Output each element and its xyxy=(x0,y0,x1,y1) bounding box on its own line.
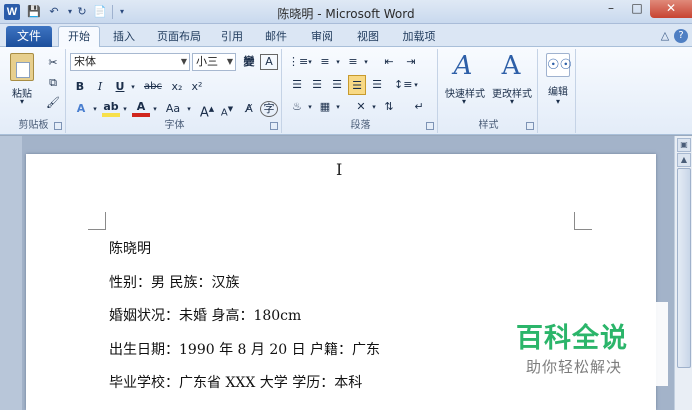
styles-launcher-icon[interactable] xyxy=(526,122,534,130)
font-color-icon[interactable]: A xyxy=(132,99,150,117)
bullets-dropdown-icon[interactable]: ▾ xyxy=(306,52,314,72)
ribbon-home: 粘贴 ▾ ✂ ⧉ 🖌 剪贴板 宋体 ▼ 小三 ▼ 變 A B I U ▾ abc… xyxy=(0,47,692,135)
editing-group: ☉☉ 编辑 ▾ xyxy=(540,49,576,133)
find-binoculars-icon[interactable]: ☉☉ xyxy=(546,53,572,77)
copy-icon[interactable]: ⧉ xyxy=(44,73,62,93)
chevron-down-icon[interactable]: ▼ xyxy=(181,54,187,70)
paragraph-group-label: 段落 xyxy=(350,120,371,131)
scroll-up-icon[interactable]: ▲ xyxy=(677,153,691,167)
quick-styles-icon[interactable]: A xyxy=(448,51,478,81)
superscript-button[interactable]: x² xyxy=(188,77,206,97)
align-center-icon[interactable]: ☰ xyxy=(308,75,326,95)
tab-insert[interactable]: 插入 xyxy=(104,28,144,47)
text-cursor-icon: I xyxy=(336,160,343,179)
font-name-combo[interactable]: 宋体 ▼ xyxy=(70,53,190,71)
tab-references[interactable]: 引用 xyxy=(214,28,250,47)
align-right-icon[interactable]: ☰ xyxy=(328,75,346,95)
phonetic-guide-icon[interactable]: 變 xyxy=(240,52,258,72)
font-group-label: 字体 xyxy=(164,120,185,131)
tab-view[interactable]: 视图 xyxy=(350,28,386,47)
tab-mailings[interactable]: 邮件 xyxy=(258,28,294,47)
styles-group: A 快速样式 ▾ A 更改样式 ▾ 样式 xyxy=(440,49,538,133)
tab-review[interactable]: 审阅 xyxy=(304,28,340,47)
doc-line-birth[interactable]: 出生日期：1990 年 8 月 20 日 户籍：广东 xyxy=(109,339,380,359)
underline-button[interactable]: U xyxy=(112,77,128,97)
minimize-button[interactable]: – xyxy=(598,0,624,18)
font-name-value: 宋体 xyxy=(74,55,96,68)
doc-line-marital[interactable]: 婚姻状况：未婚 身高：180cm xyxy=(109,305,301,325)
change-styles-icon[interactable]: A xyxy=(496,51,526,81)
editing-dropdown-icon[interactable]: ▾ xyxy=(552,97,564,106)
margin-corner-mark xyxy=(88,212,106,230)
scrollbar-thumb[interactable] xyxy=(677,168,691,368)
borders-dropdown-icon[interactable]: ▾ xyxy=(334,97,342,117)
italic-button[interactable]: I xyxy=(92,77,108,97)
tab-file[interactable]: 文件 xyxy=(6,26,52,47)
paragraph-launcher-icon[interactable] xyxy=(426,122,434,130)
tab-addins[interactable]: 加载项 xyxy=(394,28,444,47)
format-painter-icon[interactable]: 🖌 xyxy=(44,93,62,113)
paragraph-group: ⋮≡ ▾ ≡ ▾ ≡ ▾ ⇤ ⇥ ☰ ☰ ☰ ☰ ☰ ↕≡ ▾ ♨ ▾ ▦ ▾ … xyxy=(284,49,438,133)
line-spacing-dropdown-icon[interactable]: ▾ xyxy=(412,75,420,95)
watermark-subtitle: 助你轻松解决 xyxy=(526,358,623,376)
chinese-layout-icon[interactable]: ✕ xyxy=(352,97,370,117)
cut-icon[interactable]: ✂ xyxy=(44,53,62,73)
editing-button[interactable]: 编辑 xyxy=(540,83,576,98)
shading-icon[interactable]: ♨ xyxy=(288,97,306,117)
ruler-toggle-icon[interactable]: ▣ xyxy=(677,138,691,152)
bullets-icon[interactable]: ⋮≡ xyxy=(288,52,308,72)
strikethrough-button[interactable]: abc xyxy=(142,77,164,97)
watermark-title: 百科全说 xyxy=(516,323,628,354)
clipboard-launcher-icon[interactable] xyxy=(54,122,62,130)
quick-styles-dropdown-icon[interactable]: ▾ xyxy=(458,97,470,106)
doc-line-gender[interactable]: 性别：男 民族：汉族 xyxy=(109,272,239,292)
styles-group-label: 样式 xyxy=(478,120,499,131)
ribbon-tab-bar: 文件 开始 插入 页面布局 引用 邮件 审阅 视图 加载项 △ ? xyxy=(0,24,692,48)
title-bar: W 💾 ↶ ▾ ↻ 📄 ▾ 陈晓明 - Microsoft Word – □ ✕ xyxy=(0,0,692,24)
show-marks-icon[interactable]: ↵ xyxy=(410,97,428,117)
numbering-icon[interactable]: ≡ xyxy=(316,52,334,72)
watermark: 百科全说 助你轻松解决 xyxy=(496,302,668,386)
doc-line-school[interactable]: 毕业学校：广东省 XXX 大学 学历：本科 xyxy=(109,372,362,392)
margin-corner-mark xyxy=(574,212,592,230)
chinese-layout-dropdown-icon[interactable]: ▾ xyxy=(370,97,378,117)
shading-dropdown-icon[interactable]: ▾ xyxy=(306,97,314,117)
maximize-button[interactable]: □ xyxy=(624,0,650,18)
distributed-icon[interactable]: ☰ xyxy=(368,75,386,95)
font-size-value: 小三 xyxy=(196,55,218,68)
subscript-button[interactable]: x₂ xyxy=(168,77,186,97)
highlight-icon[interactable]: ab xyxy=(102,99,120,117)
paste-dropdown-icon[interactable]: ▾ xyxy=(16,97,28,106)
change-styles-dropdown-icon[interactable]: ▾ xyxy=(506,97,518,106)
decrease-indent-icon[interactable]: ⇤ xyxy=(380,52,398,72)
numbering-dropdown-icon[interactable]: ▾ xyxy=(334,52,342,72)
doc-line-name[interactable]: 陈晓明 xyxy=(109,238,151,258)
tab-home[interactable]: 开始 xyxy=(58,26,100,48)
borders-icon[interactable]: ▦ xyxy=(316,97,334,117)
chevron-down-icon[interactable]: ▼ xyxy=(227,54,233,70)
clipboard-group: 粘贴 ▾ ✂ ⧉ 🖌 剪贴板 xyxy=(2,49,66,133)
underline-dropdown-icon[interactable]: ▾ xyxy=(128,77,138,97)
bold-button[interactable]: B xyxy=(72,77,88,97)
multilevel-list-icon[interactable]: ≡ xyxy=(344,52,362,72)
enclose-characters-button[interactable]: 字 xyxy=(260,101,278,117)
increase-indent-icon[interactable]: ⇥ xyxy=(402,52,420,72)
line-spacing-icon[interactable]: ↕≡ xyxy=(394,75,412,95)
help-icon[interactable]: ? xyxy=(674,29,688,43)
close-button[interactable]: ✕ xyxy=(650,0,692,18)
vertical-scrollbar[interactable]: ▣ ▲ xyxy=(674,136,692,410)
font-size-combo[interactable]: 小三 ▼ xyxy=(192,53,236,71)
font-group: 宋体 ▼ 小三 ▼ 變 A B I U ▾ abc x₂ x² A ▾ ab ▾… xyxy=(68,49,282,133)
window-title: 陈晓明 - Microsoft Word xyxy=(277,7,415,21)
sort-icon[interactable]: ⇅ xyxy=(380,97,398,117)
align-left-icon[interactable]: ☰ xyxy=(288,75,306,95)
tab-page-layout[interactable]: 页面布局 xyxy=(150,28,208,47)
vertical-ruler xyxy=(0,136,22,410)
paste-icon[interactable] xyxy=(10,53,34,81)
character-border-icon[interactable]: A xyxy=(260,54,278,70)
font-launcher-icon[interactable] xyxy=(270,122,278,130)
justify-icon[interactable]: ☰ xyxy=(348,75,366,95)
minimize-ribbon-icon[interactable]: △ xyxy=(658,29,672,43)
multilevel-dropdown-icon[interactable]: ▾ xyxy=(362,52,370,72)
